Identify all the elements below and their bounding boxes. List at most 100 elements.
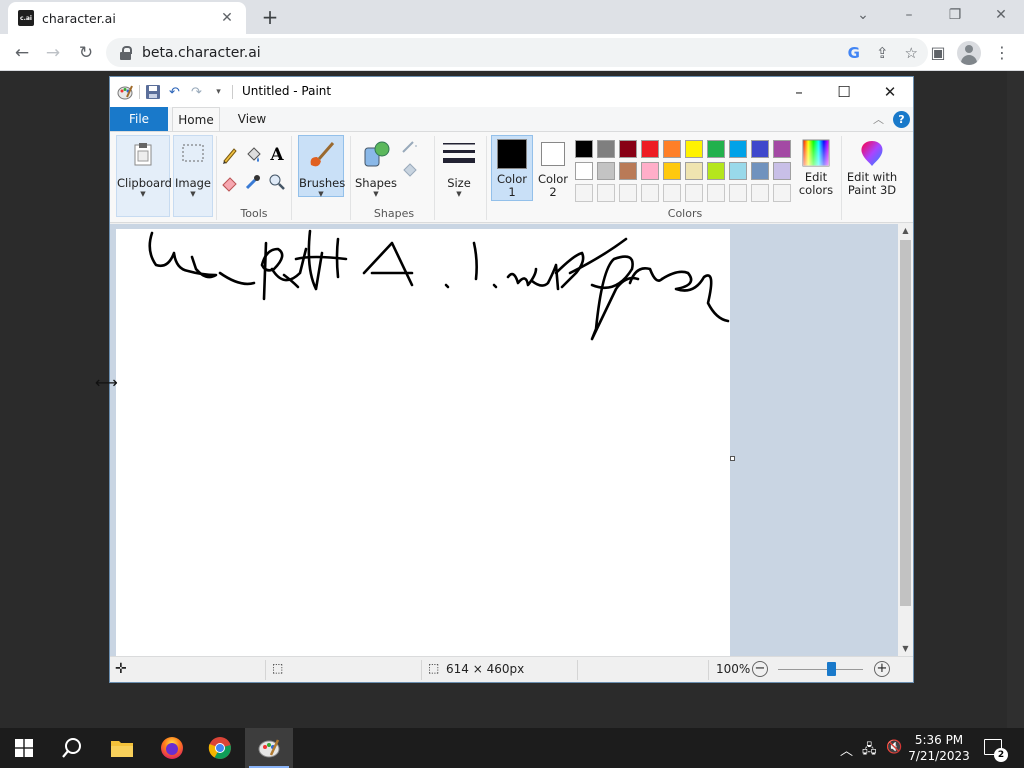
palette-swatch[interactable] xyxy=(641,162,659,180)
zoom-slider-track[interactable] xyxy=(778,669,863,670)
system-clock[interactable]: 5:36 PM 7/21/2023 xyxy=(908,732,970,764)
tab-close-icon[interactable]: ✕ xyxy=(218,10,236,26)
palette-swatch[interactable] xyxy=(751,140,769,158)
palette-swatch[interactable] xyxy=(641,140,659,158)
scroll-down-icon[interactable]: ▼ xyxy=(898,642,913,656)
palette-swatch[interactable] xyxy=(729,140,747,158)
tab-view[interactable]: View xyxy=(230,107,274,131)
clipboard-button[interactable]: Clipboard ▼ xyxy=(116,135,172,217)
palette-swatch[interactable] xyxy=(773,140,791,158)
help-icon[interactable]: ? xyxy=(893,111,910,128)
palette-empty-swatch[interactable] xyxy=(707,184,725,202)
edit-colors-button[interactable]: Edit colors xyxy=(796,135,836,201)
close-browser-button[interactable]: ✕ xyxy=(978,0,1024,30)
palette-swatch[interactable] xyxy=(707,162,725,180)
customize-qat-icon[interactable]: ▾ xyxy=(210,84,227,101)
palette-swatch[interactable] xyxy=(685,140,703,158)
palette-swatch[interactable] xyxy=(597,162,615,180)
search-icon[interactable] xyxy=(48,728,96,768)
size-button[interactable]: Size ▼ xyxy=(439,135,479,201)
share-icon[interactable]: ⇪ xyxy=(876,44,889,62)
firefox-icon[interactable] xyxy=(148,728,196,768)
color-picker-icon[interactable] xyxy=(243,172,263,192)
volume-muted-icon[interactable]: 🔇 xyxy=(886,740,902,755)
maximize-paint-button[interactable]: ☐ xyxy=(821,77,867,107)
tab-search-icon[interactable]: ⌄ xyxy=(840,0,886,30)
lock-icon[interactable] xyxy=(120,45,132,60)
minimize-browser-button[interactable]: – xyxy=(886,0,932,30)
scroll-up-icon[interactable]: ▲ xyxy=(898,224,913,238)
page-scrollbar[interactable] xyxy=(1007,71,1024,728)
palette-empty-swatch[interactable] xyxy=(597,184,615,202)
network-icon[interactable]: 🖧 xyxy=(862,740,877,762)
bookmark-star-icon[interactable]: ☆ xyxy=(905,44,918,62)
paint-titlebar[interactable]: ↶ ↷ ▾ Untitled - Paint – ☐ ✕ xyxy=(110,77,913,107)
tab-home[interactable]: Home xyxy=(172,107,220,131)
tab-file[interactable]: File xyxy=(110,107,168,131)
address-bar[interactable]: beta.character.ai G ⇪ ☆ xyxy=(106,38,928,67)
palette-swatch[interactable] xyxy=(663,162,681,180)
paint-app-icon[interactable] xyxy=(116,83,134,101)
palette-swatch[interactable] xyxy=(575,162,593,180)
eraser-icon[interactable] xyxy=(220,172,240,192)
palette-swatch[interactable] xyxy=(773,162,791,180)
palette-swatch[interactable] xyxy=(619,162,637,180)
magnifier-icon[interactable] xyxy=(267,172,287,192)
scrollbar-thumb[interactable] xyxy=(900,240,911,606)
back-icon[interactable]: ← xyxy=(9,40,35,66)
fill-bucket-icon[interactable] xyxy=(243,145,263,165)
shapes-button[interactable]: Shapes ▼ xyxy=(354,135,398,199)
restore-browser-button[interactable]: ❐ xyxy=(932,0,978,30)
file-explorer-icon[interactable] xyxy=(98,728,146,768)
redo-icon[interactable]: ↷ xyxy=(188,84,205,101)
brushes-button[interactable]: Brushes ▼ xyxy=(298,135,345,198)
palette-empty-swatch[interactable] xyxy=(685,184,703,202)
close-paint-button[interactable]: ✕ xyxy=(867,77,913,107)
reload-icon[interactable]: ↻ xyxy=(73,40,99,66)
outline-icon[interactable] xyxy=(400,137,420,157)
collapse-ribbon-icon[interactable]: ︿ xyxy=(873,111,884,127)
profile-icon[interactable] xyxy=(957,41,981,65)
palette-empty-swatch[interactable] xyxy=(729,184,747,202)
palette-swatch[interactable] xyxy=(707,140,725,158)
menu-icon[interactable]: ⋮ xyxy=(989,40,1015,66)
palette-swatch[interactable] xyxy=(619,140,637,158)
pencil-icon[interactable] xyxy=(220,145,240,165)
side-panel-icon[interactable]: ▣ xyxy=(925,40,951,66)
palette-empty-swatch[interactable] xyxy=(641,184,659,202)
minimize-paint-button[interactable]: – xyxy=(776,77,822,107)
palette-empty-swatch[interactable] xyxy=(663,184,681,202)
zoom-in-icon[interactable]: + xyxy=(874,661,890,677)
palette-swatch[interactable] xyxy=(751,162,769,180)
save-icon[interactable] xyxy=(145,84,161,100)
paint-icon[interactable] xyxy=(245,728,293,768)
canvas-resize-handle[interactable] xyxy=(730,456,735,461)
palette-empty-swatch[interactable] xyxy=(575,184,593,202)
palette-swatch[interactable] xyxy=(575,140,593,158)
zoom-out-icon[interactable]: − xyxy=(752,661,768,677)
drawing-canvas[interactable] xyxy=(116,229,730,656)
vertical-scrollbar[interactable]: ▲ ▼ xyxy=(898,224,913,656)
forward-icon[interactable]: → xyxy=(40,40,66,66)
show-hidden-icons-chevron-icon[interactable]: ︿ xyxy=(840,740,853,759)
browser-tab[interactable]: c.ai character.ai ✕ xyxy=(8,2,246,34)
palette-swatch[interactable] xyxy=(597,140,615,158)
fill-icon[interactable] xyxy=(400,160,420,180)
palette-empty-swatch[interactable] xyxy=(751,184,769,202)
palette-swatch[interactable] xyxy=(663,140,681,158)
zoom-slider-thumb[interactable] xyxy=(826,662,836,676)
text-tool-icon[interactable]: A xyxy=(267,145,287,165)
color1-button[interactable]: Color 1 xyxy=(491,135,533,201)
color2-button[interactable]: Color 2 xyxy=(535,135,571,201)
chrome-icon[interactable] xyxy=(196,728,244,768)
palette-swatch[interactable] xyxy=(729,162,747,180)
new-tab-icon[interactable]: + xyxy=(258,5,282,29)
image-button[interactable]: Image ▼ xyxy=(173,135,213,217)
edit-with-paint3d-button[interactable]: Edit with Paint 3D xyxy=(845,135,899,201)
google-lens-icon[interactable]: G xyxy=(848,44,860,62)
palette-empty-swatch[interactable] xyxy=(773,184,791,202)
windows-start-icon[interactable] xyxy=(0,728,48,768)
palette-swatch[interactable] xyxy=(685,162,703,180)
undo-icon[interactable]: ↶ xyxy=(166,84,183,101)
palette-empty-swatch[interactable] xyxy=(619,184,637,202)
